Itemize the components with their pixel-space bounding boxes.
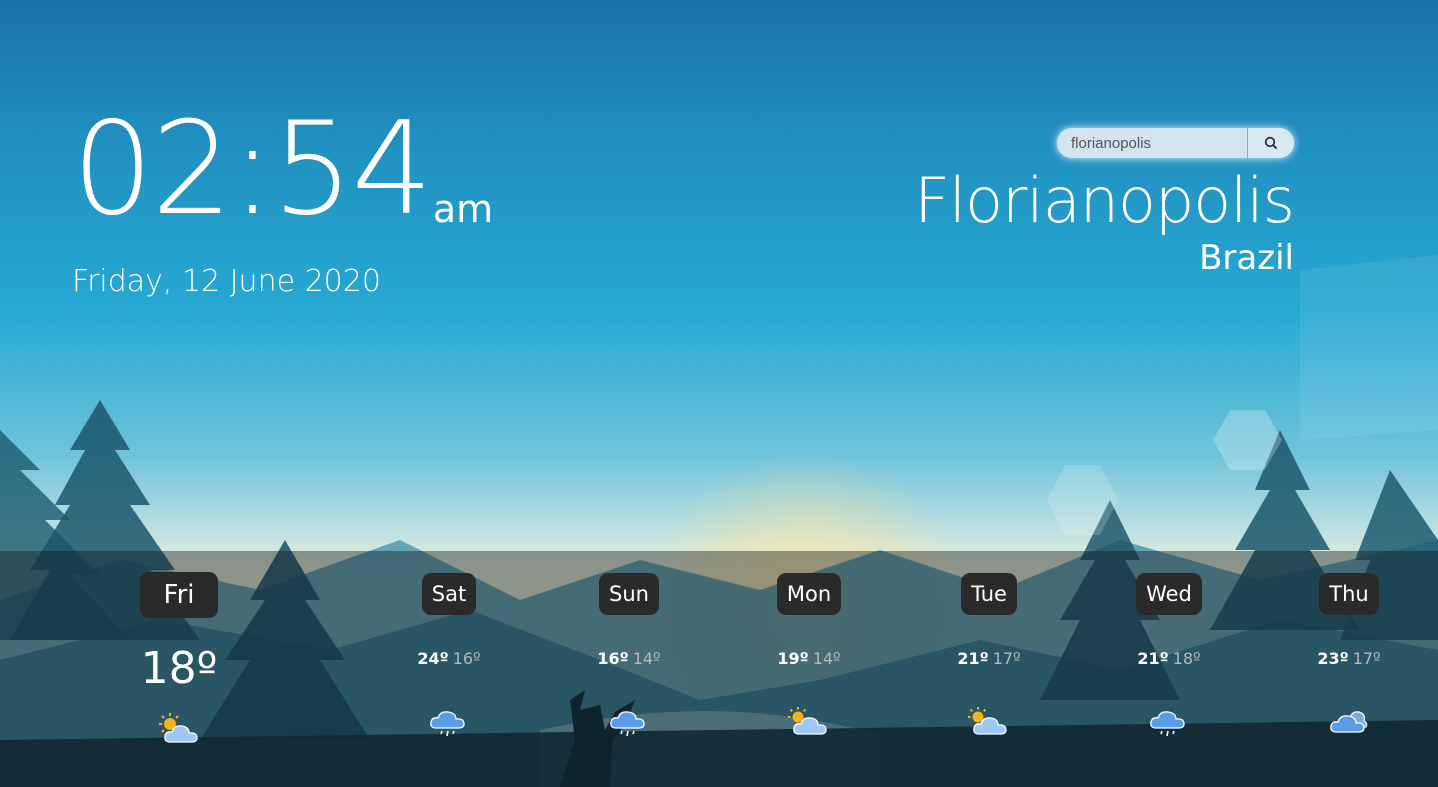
high-temp: 23º	[1317, 649, 1349, 668]
day-label: Mon	[776, 573, 842, 615]
forecast-day: Mon 19º 14º	[719, 551, 899, 740]
low-temp: 14º	[812, 649, 841, 668]
rain-cloud-icon	[610, 711, 645, 737]
day-label: Wed	[1136, 573, 1202, 615]
day-label: Fri	[139, 572, 219, 618]
rain-cloud-icon	[430, 711, 465, 737]
forecast-bar: Fri 18º Sat 24º 16º Sun 16º 14º Mon 19º 14º	[0, 551, 1438, 787]
search-button[interactable]	[1247, 128, 1294, 158]
low-temp: 17º	[1352, 649, 1381, 668]
cloudy-icon	[1330, 711, 1368, 733]
temperature-range: 21º 17º	[957, 649, 1020, 668]
day-label: Sun	[599, 573, 659, 615]
high-temp: 19º	[777, 649, 809, 668]
day-label: Sat	[421, 573, 477, 615]
partly-cloudy-icon	[159, 713, 198, 743]
search-icon	[1264, 136, 1278, 150]
temperature-range: 23º 17º	[1317, 649, 1380, 668]
clock-panel: 02:54 am Friday, 12 June 2020	[72, 100, 493, 300]
temperature-range: 24º 16º	[417, 649, 480, 668]
low-temp: 17º	[992, 649, 1021, 668]
forecast-day: Sat 24º 16º	[359, 551, 539, 740]
forecast-day: Thu 23º 17º	[1259, 551, 1438, 740]
low-temp: 16º	[452, 649, 481, 668]
high-temp: 21º	[957, 649, 989, 668]
forecast-today: Fri 18º	[89, 551, 269, 746]
day-label: Thu	[1319, 573, 1379, 615]
temperature-range: 16º 14º	[597, 649, 660, 668]
high-temp: 24º	[417, 649, 449, 668]
clock: 02:54 am	[72, 100, 493, 240]
high-temp: 16º	[597, 649, 629, 668]
current-temperature: 18º	[140, 643, 218, 694]
temperature-range: 19º 14º	[777, 649, 840, 668]
low-temp: 18º	[1172, 649, 1201, 668]
location-panel: Florianopolis Brazil	[914, 128, 1295, 278]
partly-cloudy-icon	[788, 707, 827, 735]
temperature-range: 21º 18º	[1137, 649, 1200, 668]
rain-cloud-icon	[1150, 711, 1185, 737]
clock-ampm: am	[432, 187, 494, 231]
high-temp: 21º	[1137, 649, 1169, 668]
current-date: Friday, 12 June 2020	[72, 264, 381, 299]
forecast-day: Tue 21º 17º	[899, 551, 1079, 740]
city-search	[1057, 128, 1294, 158]
city-name: Florianopolis	[914, 164, 1295, 237]
country-name: Brazil	[1199, 238, 1294, 278]
forecast-day: Sun 16º 14º	[539, 551, 719, 740]
clock-time: 02:54	[72, 95, 433, 244]
forecast-day: Wed 21º 18º	[1079, 551, 1259, 740]
search-input[interactable]	[1057, 128, 1247, 158]
partly-cloudy-icon	[968, 707, 1007, 735]
day-label: Tue	[961, 573, 1017, 615]
low-temp: 14º	[632, 649, 661, 668]
